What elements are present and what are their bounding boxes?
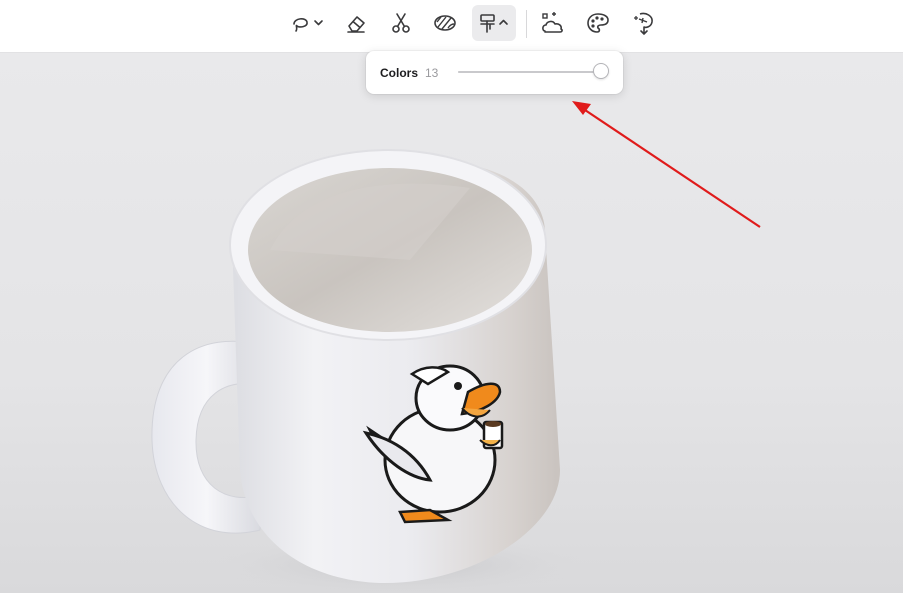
magic-wand-tool-button[interactable] [624, 5, 664, 41]
mug-image [151, 149, 590, 593]
colors-slider-fill [458, 71, 602, 73]
palette-icon [587, 13, 609, 33]
palette-tool-button[interactable] [578, 5, 618, 41]
pattern-tool-button[interactable] [425, 5, 465, 41]
colors-popover: Colors 13 [366, 51, 623, 94]
top-toolbar [0, 0, 903, 53]
cloud-select-tool-button[interactable] [533, 5, 573, 41]
eraser-tool-button[interactable] [336, 5, 376, 41]
scissors-icon [392, 13, 410, 33]
paint-roller-tool-button[interactable] [472, 5, 516, 41]
colors-count: 13 [425, 66, 439, 80]
lasso-tool-button[interactable] [288, 5, 328, 41]
toolbar-divider [526, 10, 527, 38]
colors-label: Colors [380, 66, 419, 80]
magic-wand-icon [634, 12, 653, 36]
colors-slider-thumb[interactable] [593, 63, 610, 79]
paint-roller-icon [480, 14, 508, 33]
colors-slider[interactable] [458, 63, 610, 79]
chevron-up-icon [499, 19, 508, 25]
pattern-icon [434, 15, 456, 31]
chevron-down-icon [314, 20, 323, 26]
image-canvas[interactable] [0, 53, 903, 593]
scissors-tool-button[interactable] [381, 5, 421, 41]
eraser-icon [347, 16, 365, 33]
cloud-select-icon [542, 12, 563, 33]
lasso-icon [293, 18, 323, 32]
